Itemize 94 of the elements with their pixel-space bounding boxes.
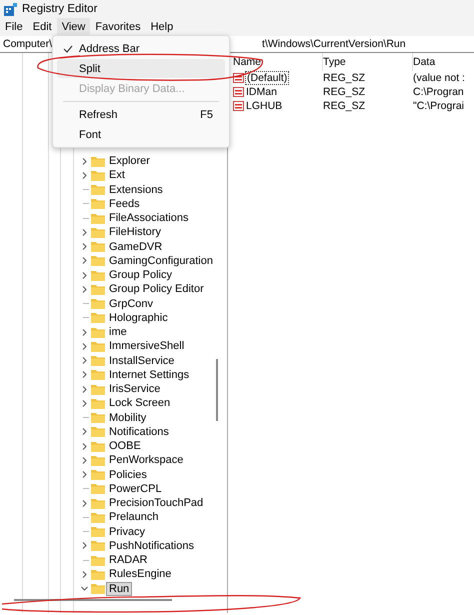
- tree-item[interactable]: Ext: [107, 169, 127, 182]
- tree-item[interactable]: Lock Screen: [107, 397, 172, 410]
- folder-icon: [91, 412, 105, 424]
- menu-item[interactable]: Favorites: [90, 18, 146, 36]
- folder-icon: [91, 241, 105, 252]
- string-value-icon: [233, 101, 244, 111]
- table-cell-text: C:\Progran: [413, 86, 465, 98]
- tree-item[interactable]: Internet Settings: [107, 368, 192, 381]
- tree-item[interactable]: PowerCPL: [107, 482, 164, 495]
- menu-option[interactable]: Font: [57, 125, 225, 144]
- folder-icon: [91, 270, 105, 281]
- table-cell-text: REG_SZ: [323, 72, 366, 84]
- tree-item[interactable]: Privacy: [107, 526, 148, 538]
- folder-icon: [91, 326, 105, 338]
- value-name[interactable]: (Default): [246, 72, 288, 84]
- tree-item[interactable]: IrisService: [107, 383, 162, 396]
- tree-item[interactable]: Group Policy: [107, 269, 174, 282]
- menu-item[interactable]: View: [56, 18, 90, 36]
- folder-icon: [91, 156, 105, 167]
- tree-item[interactable]: ImmersiveShell: [107, 340, 186, 352]
- folder-icon: [91, 369, 105, 380]
- value-name[interactable]: IDMan: [246, 86, 277, 98]
- folder-icon: [91, 398, 105, 409]
- folder-icon: [91, 384, 105, 395]
- chevron-right-icon[interactable]: [80, 541, 89, 550]
- folder-icon: [91, 498, 105, 509]
- tree-item[interactable]: Explorer: [107, 155, 152, 168]
- tree-item[interactable]: FileAssociations: [107, 212, 190, 224]
- menu-option[interactable]: Split: [57, 59, 225, 78]
- tree-item[interactable]: Policies: [107, 468, 149, 481]
- table-cell-text: REG_SZ: [323, 100, 366, 112]
- value-name[interactable]: LGHUB: [246, 100, 282, 112]
- address-text: t\Windows\CurrentVersion\Run: [262, 38, 406, 50]
- tree-item[interactable]: ime: [107, 326, 129, 338]
- string-value-icon: [233, 87, 244, 97]
- tree-item[interactable]: Feeds: [107, 198, 142, 210]
- tree-item[interactable]: Extensions: [107, 184, 165, 196]
- tree-item[interactable]: Notifications: [107, 426, 171, 438]
- tree-item[interactable]: PushNotifications: [107, 540, 196, 552]
- folder-icon: [91, 426, 105, 438]
- tree-item[interactable]: GameDVR: [107, 240, 164, 253]
- chevron-right-icon[interactable]: [80, 498, 89, 508]
- tree-item[interactable]: InstallService: [107, 354, 176, 367]
- folder-icon: [91, 554, 105, 566]
- tree-item[interactable]: Run: [107, 582, 132, 595]
- tree-item[interactable]: RulesEngine: [107, 568, 174, 580]
- app-icon: [4, 2, 17, 16]
- tree-item[interactable]: GamingConfiguration: [107, 254, 215, 267]
- folder-icon: [91, 583, 105, 594]
- column-header[interactable]: Data: [413, 53, 474, 71]
- scrollbar-thumb[interactable]: [14, 599, 172, 601]
- folder-icon: [91, 483, 105, 494]
- folder-icon: [91, 440, 105, 452]
- column-header[interactable]: Name: [233, 53, 323, 71]
- folder-icon: [91, 212, 105, 224]
- folder-icon: [91, 198, 105, 210]
- folder-icon: [91, 170, 105, 181]
- chevron-down-icon[interactable]: [80, 584, 89, 594]
- column-header[interactable]: Type: [323, 53, 413, 71]
- folder-icon: [91, 255, 105, 266]
- folder-icon: [91, 568, 105, 580]
- address-text: Computer\: [3, 38, 52, 50]
- tree-item[interactable]: RADAR: [107, 554, 150, 566]
- tree-item[interactable]: Group Policy Editor: [107, 283, 206, 296]
- folder-icon: [91, 454, 105, 466]
- chevron-right-icon[interactable]: [80, 570, 89, 579]
- window-title: Registry Editor: [22, 3, 98, 15]
- tree-item[interactable]: Prelaunch: [107, 511, 161, 524]
- folder-icon: [91, 226, 105, 238]
- folder-icon: [91, 526, 105, 538]
- folder-icon: [91, 284, 105, 295]
- menu-item[interactable]: Help: [146, 18, 178, 36]
- folder-icon: [91, 512, 105, 523]
- tree-item[interactable]: Holographic: [107, 312, 170, 324]
- menu-item[interactable]: Edit: [28, 18, 57, 36]
- menu-option[interactable]: Refresh F5: [57, 105, 225, 124]
- tree-item[interactable]: PenWorkspace: [107, 454, 186, 466]
- folder-icon: [91, 340, 105, 352]
- tree-item[interactable]: FileHistory: [107, 226, 163, 238]
- menu-item[interactable]: File: [0, 18, 28, 36]
- folder-icon: [91, 469, 105, 480]
- tree-item[interactable]: OOBE: [107, 440, 143, 452]
- tree-item[interactable]: PrecisionTouchPad: [107, 497, 206, 510]
- table-cell-text: "C:\Prograi: [413, 100, 465, 112]
- folder-icon: [91, 184, 105, 196]
- tree-item[interactable]: GrpConv: [107, 298, 156, 310]
- scrollbar-thumb[interactable]: [216, 359, 218, 421]
- folder-icon: [91, 540, 105, 552]
- table-cell-text: (value not :: [413, 72, 466, 84]
- folder-icon: [91, 355, 105, 366]
- folder-icon: [91, 298, 105, 310]
- folder-icon: [91, 312, 105, 324]
- table-cell-text: REG_SZ: [323, 86, 366, 98]
- tree-item[interactable]: Mobility: [107, 412, 148, 424]
